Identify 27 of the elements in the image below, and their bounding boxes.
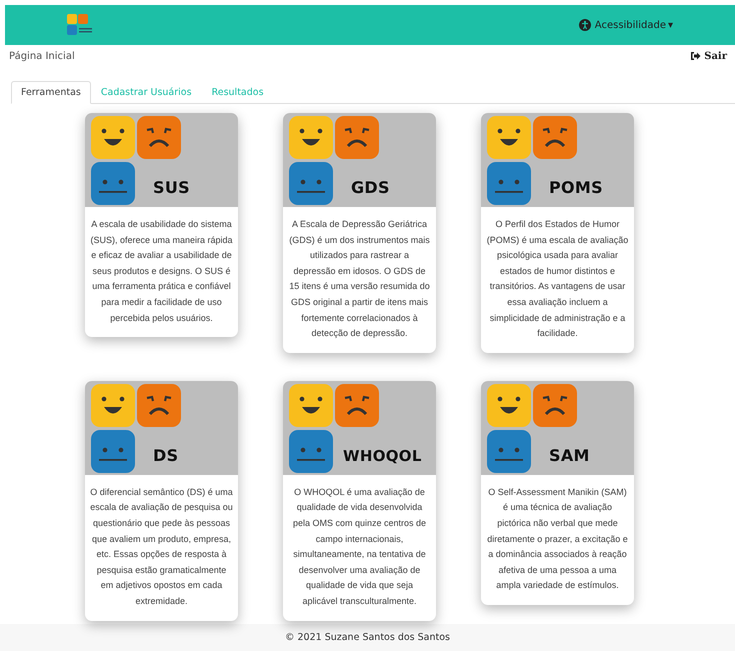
tool-card[interactable] bbox=[481, 380, 634, 605]
tool-card[interactable] bbox=[283, 113, 436, 353]
tool-card[interactable] bbox=[85, 113, 238, 338]
card-description: A Escala de Depressão Geriátrica (GDS) é um dos instrumentos mais utilizados para rastrear a depressão em idosos. O GDS de 15 itens é uma versão resumida do GDS original a partir de itens mais fortemente correlacionados à detecção de depressão. bbox=[288, 218, 431, 340]
footer-text: © 2021 Suzane Santos dos Santos bbox=[284, 632, 450, 643]
card-title: POMS bbox=[549, 178, 603, 197]
card-title: DS bbox=[153, 446, 178, 465]
card-description: O Self-Assessment Manikin (SAM) é uma técnica de avaliação pictórica não verbal que mede diretamente o prazer, a excitação e a dominância associados à reação afetiva de uma pessoa a uma ampla variedade de estímulos. bbox=[486, 486, 629, 592]
tool-card[interactable] bbox=[85, 380, 238, 620]
card-description: A escala de usabilidade do sistema (SUS), oferece uma maneira rápida e eficaz de avaliar a usabilidade de seus produtos e designs. O SUS é uma ferramenta prática e confiável para medir a facilidade de uso percebida pelos usuários. bbox=[89, 218, 234, 325]
breadcrumb[interactable]: Página Inicial bbox=[9, 50, 75, 62]
accessibility-menu[interactable]: Acessibilidade ▾ bbox=[594, 20, 673, 30]
card-title: GDS bbox=[351, 178, 390, 197]
card-title: SAM bbox=[549, 446, 590, 465]
card-title: WHOQOL bbox=[343, 446, 422, 465]
card-description: O diferencial semântico (DS) é uma escala de avaliação de pesquisa ou questionário que pede às pessoas que avaliem um produto, empresa, etc. Essas opções de resposta à pesquisa estão gramaticalmente em adjetivos opostos em cada extremidade. bbox=[89, 486, 234, 608]
card-description: O WHOQOL é uma avaliação de qualidade de vida desenvolvida pela OMS com quinze centros de campo internacionais, simultaneamente, na tentativa de desenvolver uma avaliação de qualidade de vida que seja aplicável transculturalmente. bbox=[292, 486, 428, 608]
tool-card[interactable] bbox=[481, 113, 634, 353]
tool-card[interactable] bbox=[283, 380, 436, 620]
logout-link[interactable]: Sair bbox=[704, 50, 727, 62]
accessibility-icon bbox=[578, 19, 591, 31]
card-description: O Perfil dos Estados de Humor (POMS) é uma escala de avaliação psicológica usada para avaliar estados de humor distintos e transitórios. As vantagens de usar essa avaliação incluem a simplicidade de administração e a facilidade. bbox=[486, 218, 630, 340]
tab[interactable]: Ferramentas bbox=[11, 81, 91, 104]
card-title: SUS bbox=[153, 178, 190, 197]
logo-icon[interactable] bbox=[67, 14, 93, 36]
logout-icon bbox=[690, 51, 702, 61]
emoji-faces-icon bbox=[91, 384, 183, 474]
